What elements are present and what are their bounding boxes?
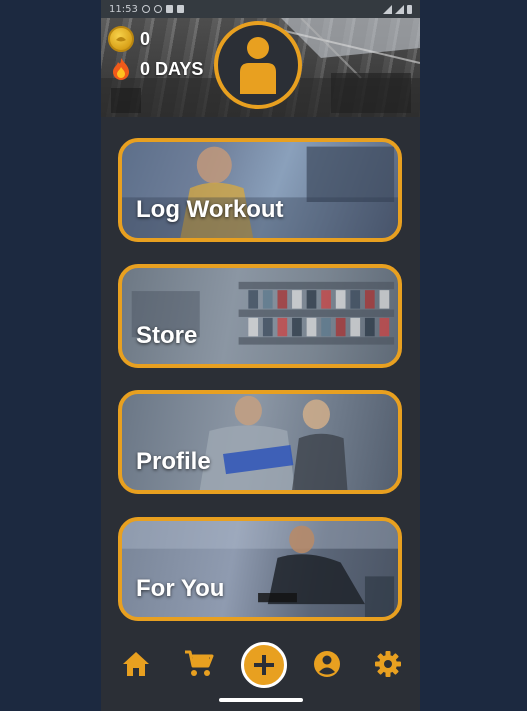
add-icon: [254, 655, 274, 675]
card-label: Profile: [136, 448, 211, 475]
nav-account-button[interactable]: [312, 649, 342, 679]
nav-settings-button[interactable]: [373, 649, 403, 679]
store-card[interactable]: Store: [118, 264, 402, 368]
signal-icon: [395, 4, 404, 14]
coin-icon: [108, 26, 134, 52]
card-label: Store: [136, 322, 198, 349]
battery-icon: [407, 4, 412, 14]
dnd-icon: [153, 5, 162, 13]
coins-count: 0: [140, 28, 151, 49]
user-stats: 0 0 DAYS: [108, 26, 203, 86]
nav-home-button[interactable]: [121, 649, 151, 679]
status-time: 11:53: [109, 3, 138, 15]
account-icon: [314, 651, 340, 677]
profile-avatar-button[interactable]: [214, 21, 302, 109]
cart-icon: [185, 650, 214, 676]
home-indicator-bar[interactable]: [219, 698, 303, 702]
person-icon: [240, 37, 276, 94]
nav-add-button[interactable]: [241, 642, 287, 688]
wifi-icon: [383, 4, 392, 14]
coins-row: 0: [108, 26, 203, 52]
log-workout-card[interactable]: Log Workout: [118, 138, 402, 242]
streak-row: 0 DAYS: [108, 56, 203, 82]
status-icons: [141, 5, 184, 13]
nav-cart-button[interactable]: [184, 649, 214, 679]
app-screen: 11:53 0 0 DAYS Log Workout Store Profile…: [101, 0, 420, 711]
sim-icon: [165, 5, 173, 13]
flame-icon: [108, 56, 134, 82]
card-label: For You: [136, 575, 225, 602]
status-bar: 11:53: [101, 0, 420, 18]
header-banner: 0 0 DAYS: [101, 18, 420, 117]
home-icon: [123, 652, 149, 676]
bottom-navigation: [101, 632, 420, 711]
streak-days: 0 DAYS: [140, 58, 204, 79]
settings-icon: [375, 651, 401, 677]
card-label: Log Workout: [136, 196, 284, 223]
profile-card[interactable]: Profile: [118, 390, 402, 494]
for-you-card[interactable]: For You: [118, 517, 402, 621]
status-right: [383, 4, 412, 14]
notification-icon: [176, 5, 184, 13]
alarm-icon: [141, 5, 150, 13]
